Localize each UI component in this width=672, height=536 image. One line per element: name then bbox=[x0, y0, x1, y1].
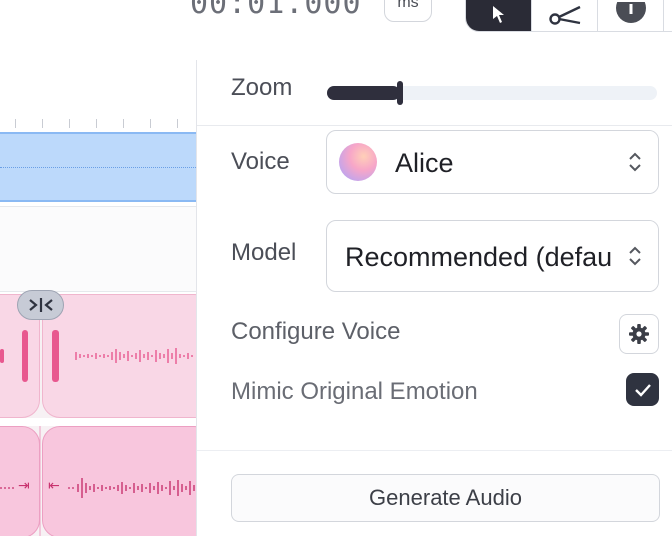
tool-group bbox=[465, 0, 672, 32]
video-track[interactable] bbox=[0, 132, 196, 202]
time-unit-badge[interactable]: ms bbox=[384, 0, 432, 22]
model-select[interactable]: Recommended (default) bbox=[326, 220, 659, 292]
cursor-icon bbox=[492, 6, 504, 23]
zoom-slider[interactable] bbox=[327, 81, 657, 105]
zoom-slider-handle[interactable] bbox=[396, 81, 403, 105]
model-select-value: Recommended (default) bbox=[345, 242, 635, 272]
voice-select[interactable]: Alice bbox=[326, 130, 659, 194]
voice-settings-panel: Zoom Voice Alice Model Recommended (defa… bbox=[196, 60, 672, 536]
divider bbox=[197, 450, 672, 451]
trim-left-icon[interactable]: ⇤ bbox=[48, 478, 60, 494]
empty-track[interactable] bbox=[0, 206, 196, 292]
time-ruler[interactable] bbox=[0, 60, 196, 128]
timecode-display: 00:01.000 bbox=[190, 0, 362, 21]
checkmark-icon bbox=[634, 383, 651, 397]
timeline-panel[interactable]: ⇥ ⇤ bbox=[0, 60, 196, 536]
select-chevrons-icon bbox=[612, 131, 658, 193]
configure-voice-label: Configure Voice bbox=[231, 318, 401, 345]
scissors-icon bbox=[548, 5, 581, 25]
gear-icon bbox=[629, 324, 649, 344]
merge-icon bbox=[28, 298, 53, 312]
select-chevrons-icon bbox=[612, 221, 658, 291]
configure-voice-button[interactable] bbox=[619, 314, 659, 354]
merge-clips-button[interactable] bbox=[17, 290, 64, 320]
model-label: Model bbox=[231, 239, 297, 266]
voice-avatar bbox=[339, 143, 377, 181]
info-tool-button[interactable] bbox=[598, 0, 664, 31]
mimic-emotion-label: Mimic Original Emotion bbox=[231, 378, 478, 405]
generate-audio-button[interactable]: Generate Audio bbox=[231, 474, 660, 522]
zoom-label: Zoom bbox=[231, 74, 293, 101]
zoom-row: Zoom bbox=[197, 60, 672, 126]
voice-label: Voice bbox=[231, 148, 290, 175]
voice-select-value: Alice bbox=[395, 148, 454, 178]
zoom-slider-fill bbox=[327, 86, 400, 100]
trim-right-icon[interactable]: ⇥ bbox=[18, 478, 30, 494]
info-icon bbox=[615, 2, 646, 23]
audio-track-generated[interactable]: ⇥ ⇤ bbox=[0, 426, 196, 536]
split-tool-button[interactable] bbox=[532, 0, 598, 31]
mimic-emotion-checkbox[interactable] bbox=[626, 373, 659, 406]
select-tool-button[interactable] bbox=[466, 0, 532, 31]
